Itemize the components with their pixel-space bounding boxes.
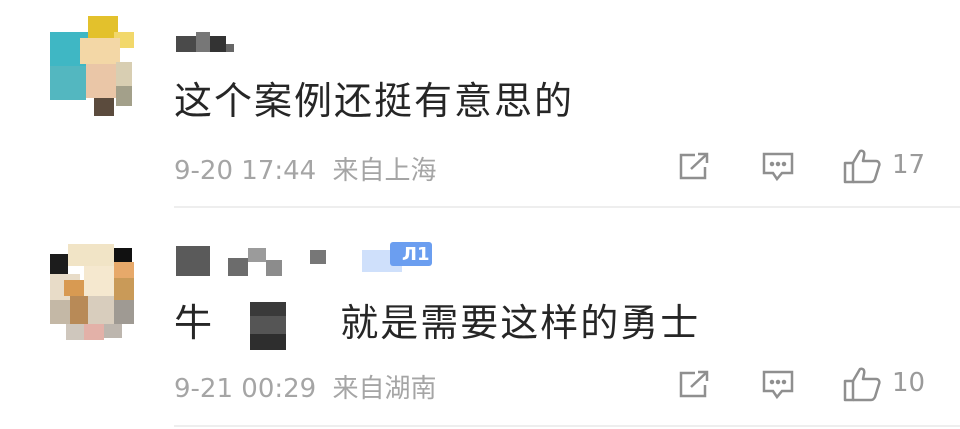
share-icon [679,370,709,398]
divider [174,206,960,208]
divider [174,425,960,427]
comment-item: Л1 牛 就是需要这样的勇士 9-21 00:29 来自湖南 10 [0,212,960,429]
comment-content: 这个案例还挺有意思的 [174,79,575,123]
censored-mention [250,301,287,350]
level-badge-text: Л1 [402,244,430,265]
location: 来自上海 [332,156,437,186]
share-button[interactable] [672,146,716,186]
comment-meta: 9-20 17:44 来自上海 [174,150,436,187]
location: 来自湖南 [332,374,437,404]
like-button[interactable] [838,144,886,188]
comment-content-prefix: 牛 [174,301,215,345]
comment-icon [762,152,794,182]
like-button[interactable] [838,362,886,406]
comment-content: 牛 就是需要这样的勇士 [174,292,700,350]
level-badge: Л1 [362,242,432,272]
timestamp: 9-21 00:29 [174,374,317,404]
reply-button[interactable] [756,364,800,404]
comment-content-suffix: 就是需要这样的勇士 [340,301,701,345]
share-icon [679,152,709,180]
thumbs-up-icon [843,367,881,402]
timestamp: 9-20 17:44 [174,156,317,186]
username[interactable] [176,30,236,54]
reply-button[interactable] [756,146,800,186]
comment-meta: 9-21 00:29 来自湖南 [174,368,436,405]
username[interactable] [176,246,346,276]
comment-item: 这个案例还挺有意思的 9-20 17:44 来自上海 17 [0,0,960,210]
comment-icon [762,370,794,400]
thumbs-up-icon [843,149,881,184]
avatar[interactable] [50,16,134,116]
share-button[interactable] [672,364,716,404]
like-count: 17 [892,150,926,180]
like-count: 10 [892,368,926,398]
avatar[interactable] [50,244,134,344]
